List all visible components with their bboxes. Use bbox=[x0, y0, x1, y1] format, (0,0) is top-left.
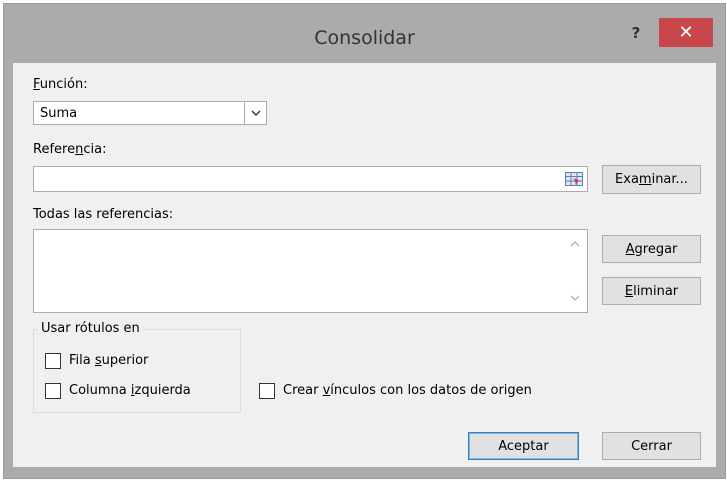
eliminar-button[interactable]: Eliminar bbox=[602, 277, 701, 305]
dialog-body: Función: Suma Referencia: Exa m inar... … bbox=[13, 63, 716, 467]
rotulos-group bbox=[33, 329, 241, 413]
referencia-label: Referencia: bbox=[33, 142, 107, 157]
close-icon: ✕ bbox=[678, 22, 694, 43]
fila-superior-checkbox[interactable] bbox=[45, 353, 61, 369]
examinar-button[interactable]: Exa m inar... bbox=[602, 165, 701, 194]
crear-vinculos-checkbox[interactable] bbox=[259, 383, 275, 399]
columna-izquierda-label[interactable]: Columna izquierda bbox=[69, 383, 191, 398]
fila-superior-label[interactable]: Fila superior bbox=[69, 353, 148, 368]
todas-referencias-label: Todas las referencias: bbox=[33, 207, 174, 222]
funcion-select[interactable]: Suma bbox=[33, 101, 267, 125]
scroll-down-icon[interactable] bbox=[563, 286, 587, 310]
funcion-label: Función: bbox=[33, 77, 88, 92]
help-button[interactable]: ? bbox=[616, 20, 656, 46]
dialog-window: Consolidar ? ✕ Función: Suma Referencia: bbox=[3, 3, 726, 479]
range-picker-icon[interactable] bbox=[563, 170, 584, 188]
funcion-value: Suma bbox=[40, 106, 78, 121]
aceptar-button[interactable]: Aceptar bbox=[468, 432, 579, 460]
close-button[interactable]: ✕ bbox=[659, 18, 713, 47]
scroll-up-icon[interactable] bbox=[563, 232, 587, 256]
crear-vinculos-label[interactable]: Crear vínculos con los datos de origen bbox=[283, 383, 532, 398]
cerrar-button[interactable]: Cerrar bbox=[602, 432, 701, 460]
todas-referencias-list[interactable] bbox=[33, 229, 588, 313]
rotulos-group-label: Usar rótulos en bbox=[37, 321, 144, 336]
agregar-button[interactable]: Agregar bbox=[602, 235, 701, 263]
help-icon: ? bbox=[631, 24, 641, 42]
referencia-input[interactable] bbox=[33, 166, 588, 192]
columna-izquierda-checkbox[interactable] bbox=[45, 383, 61, 399]
chevron-down-icon[interactable] bbox=[244, 102, 266, 124]
title-bar[interactable]: Consolidar ? ✕ bbox=[4, 4, 725, 66]
